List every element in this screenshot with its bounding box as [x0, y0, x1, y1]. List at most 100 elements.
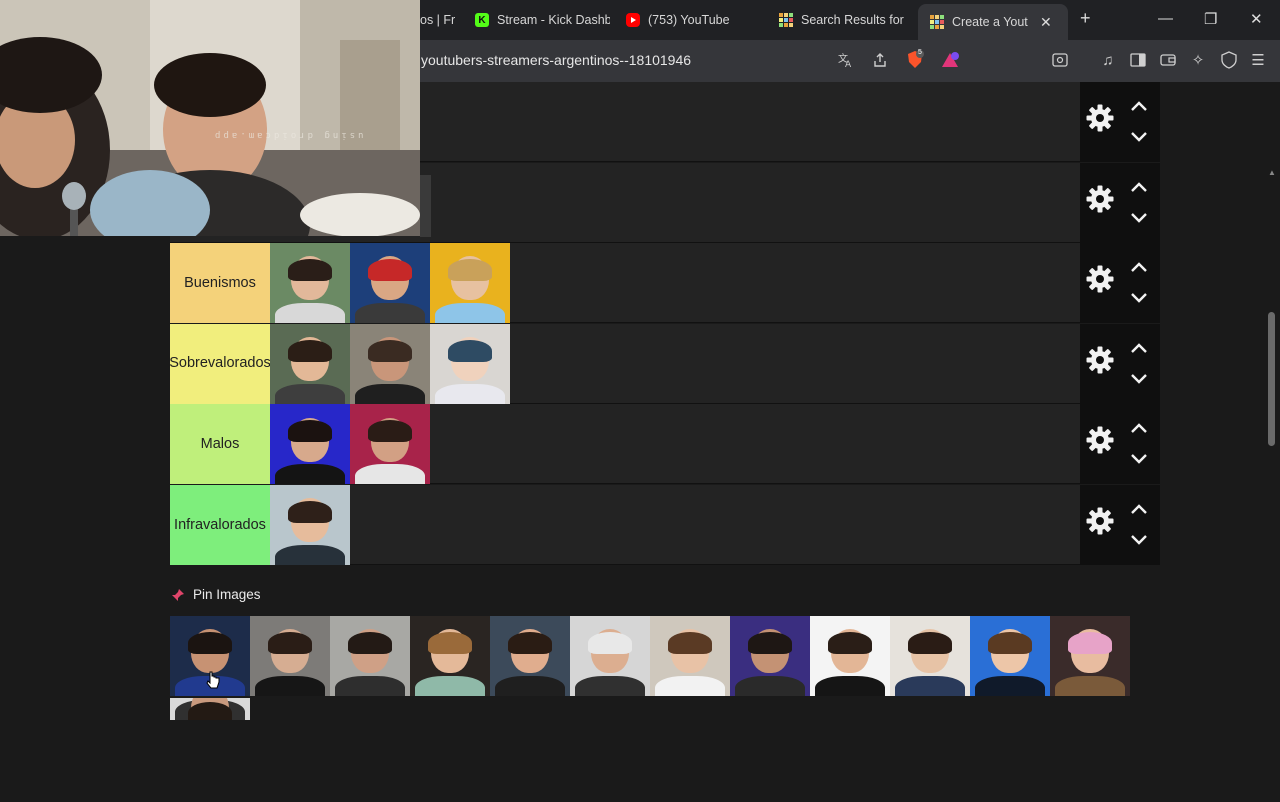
pool-image[interactable]: [1050, 616, 1130, 696]
move-up-icon[interactable]: [1130, 503, 1148, 515]
restore-icon[interactable]: ❐: [1204, 10, 1217, 28]
gear-icon[interactable]: [1086, 265, 1114, 293]
browser-tab-search-results[interactable]: Search Results for: [779, 6, 905, 34]
pool-image[interactable]: [570, 616, 650, 696]
tier-item-image[interactable]: [430, 323, 510, 404]
avatar-hair: [288, 339, 332, 362]
avatar-hair: [188, 632, 232, 654]
gear-icon[interactable]: [1086, 185, 1114, 213]
pool-image[interactable]: [890, 616, 970, 696]
wallet-icon[interactable]: [1158, 50, 1178, 70]
avatar-hair: [448, 339, 492, 362]
pool-image[interactable]: [330, 616, 410, 696]
tier-item-image[interactable]: [270, 404, 350, 485]
tier-label[interactable]: Malos: [170, 404, 270, 485]
address-bar-url[interactable]: youtubers-streamers-argentinos--18101946: [421, 52, 691, 68]
pool-image[interactable]: [730, 616, 810, 696]
pool-image[interactable]: [650, 616, 730, 696]
tier-item-image[interactable]: [270, 485, 350, 565]
avatar-hair: [288, 420, 332, 443]
browser-tab-youtube[interactable]: (753) YouTube: [626, 6, 756, 34]
avatar-body: [495, 676, 565, 696]
share-icon[interactable]: [870, 50, 890, 70]
tier-item-image[interactable]: [270, 323, 350, 404]
image-pool: [170, 616, 1130, 720]
leo-ai-icon[interactable]: ✧: [1188, 50, 1208, 70]
browser-tab-kick[interactable]: K Stream - Kick Dashb: [475, 6, 610, 34]
tab-title: (753) YouTube: [648, 13, 730, 27]
tier-label[interactable]: Buenismos: [170, 243, 270, 324]
tier-item-image[interactable]: [350, 243, 430, 324]
tier-row: Sobrevalorados: [169, 323, 1160, 404]
avatar-hair: [508, 632, 552, 654]
avatar-body: [1055, 676, 1125, 696]
pool-image[interactable]: [250, 616, 330, 696]
tab-title: Create a Youtu: [952, 15, 1028, 29]
move-down-icon[interactable]: [1130, 292, 1148, 304]
pin-images-toggle[interactable]: Pin Images: [171, 587, 261, 602]
vpn-icon[interactable]: [1219, 50, 1239, 70]
svg-text:A: A: [845, 60, 852, 68]
avatar-body: [435, 383, 505, 404]
close-tab-icon[interactable]: ✕: [1040, 14, 1052, 31]
tier-controls: [1080, 162, 1160, 243]
browser-tab-active[interactable]: Create a Youtu ✕: [918, 4, 1068, 40]
pool-image[interactable]: [410, 616, 490, 696]
avatar-hair: [268, 632, 312, 654]
pool-image[interactable]: [170, 698, 250, 720]
browser-tab[interactable]: os | Fr: [420, 6, 460, 34]
menu-icon[interactable]: ☰: [1248, 50, 1268, 70]
scrollbar-track[interactable]: [1266, 164, 1278, 802]
tiermaker-icon: [930, 15, 944, 29]
avatar-body: [435, 303, 505, 324]
move-up-icon[interactable]: [1130, 181, 1148, 193]
mouse-cursor-icon: [206, 671, 220, 689]
move-down-icon[interactable]: [1130, 373, 1148, 385]
close-window-icon[interactable]: ✕: [1250, 10, 1263, 28]
tab-title: Stream - Kick Dashb: [497, 13, 610, 27]
tier-row: Malos: [170, 404, 1160, 485]
avatar-body: [255, 676, 325, 696]
tier-label[interactable]: Sobrevalorados: [169, 323, 271, 404]
move-up-icon[interactable]: [1130, 422, 1148, 434]
brave-rewards-icon[interactable]: [940, 50, 960, 70]
minimize-icon[interactable]: —: [1158, 10, 1173, 27]
pin-images-label: Pin Images: [193, 587, 261, 602]
brave-shields-icon[interactable]: [905, 50, 925, 70]
media-icon[interactable]: ♫: [1098, 50, 1118, 70]
tier-controls: [1080, 485, 1160, 565]
sidebar-icon[interactable]: [1128, 50, 1148, 70]
move-up-icon[interactable]: [1130, 261, 1148, 273]
tier-controls: [1080, 243, 1160, 324]
avatar-body: [275, 545, 345, 565]
tier-item-image[interactable]: [350, 323, 430, 404]
tier-item-image[interactable]: [350, 404, 430, 485]
tier-label[interactable]: Infravalorados: [170, 485, 270, 565]
tier-item-image[interactable]: [270, 243, 350, 324]
scrollbar-thumb[interactable]: [1268, 312, 1275, 446]
pool-image[interactable]: [490, 616, 570, 696]
gear-icon[interactable]: [1086, 426, 1114, 454]
move-down-icon[interactable]: [1130, 131, 1148, 143]
avatar-body: [575, 676, 645, 696]
gear-icon[interactable]: [1086, 346, 1114, 374]
gear-icon[interactable]: [1086, 104, 1114, 132]
pool-image[interactable]: [970, 616, 1050, 696]
tier-item-image[interactable]: [430, 243, 510, 324]
move-up-icon[interactable]: [1130, 100, 1148, 112]
avatar-hair: [288, 501, 332, 523]
move-down-icon[interactable]: [1130, 453, 1148, 465]
new-tab-icon[interactable]: +: [1080, 8, 1091, 29]
move-up-icon[interactable]: [1130, 342, 1148, 354]
pool-image[interactable]: [810, 616, 890, 696]
scroll-up-icon[interactable]: ▲: [1268, 168, 1276, 177]
avatar-body: [275, 383, 345, 404]
reader-mode-icon[interactable]: [1050, 50, 1070, 70]
avatar-body: [275, 303, 345, 324]
move-down-icon[interactable]: [1130, 534, 1148, 546]
avatar-body: [975, 676, 1045, 696]
move-down-icon[interactable]: [1130, 212, 1148, 224]
translate-icon[interactable]: 文A: [836, 50, 856, 70]
gear-icon[interactable]: [1086, 507, 1114, 535]
avatar-hair: [448, 259, 492, 282]
